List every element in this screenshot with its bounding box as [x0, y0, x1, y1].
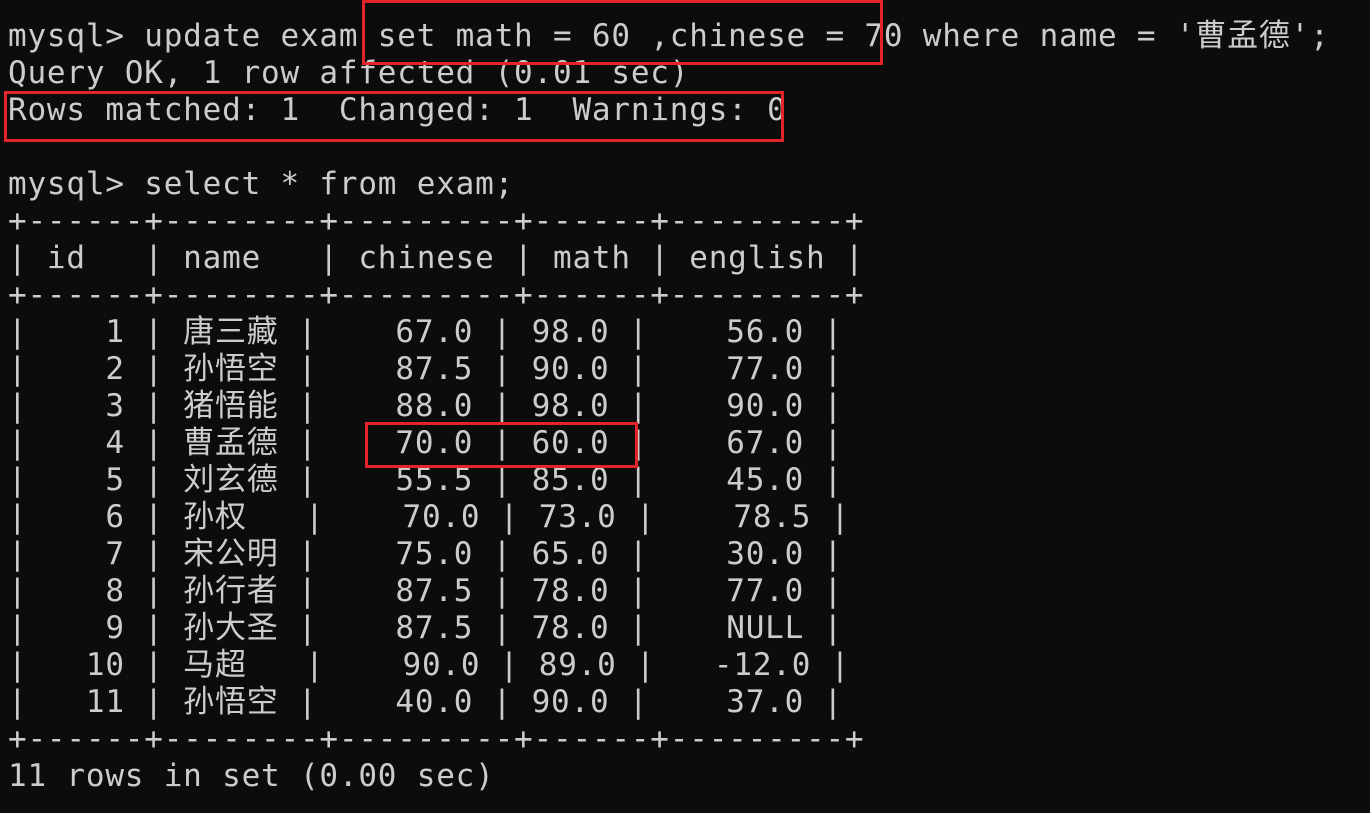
table-row: | 9 | 孙大圣 | 87.5 | 78.0 | NULL | — [8, 610, 844, 646]
terminal-window[interactable]: mysql> update exam set math = 60 ,chines… — [0, 0, 1370, 813]
table-row: | 2 | 孙悟空 | 87.5 | 90.0 | 77.0 | — [8, 351, 844, 387]
select-command-line: mysql> select * from exam; — [8, 166, 515, 202]
table-row: | 7 | 宋公明 | 75.0 | 65.0 | 30.0 | — [8, 536, 844, 572]
table-row: | 3 | 猪悟能 | 88.0 | 98.0 | 90.0 | — [8, 388, 844, 424]
highlight-rows-matched — [4, 91, 784, 142]
table-row: | 11 | 孙悟空 | 40.0 | 90.0 | 37.0 | — [8, 684, 844, 720]
table-header-row: | id | name | chinese | math | english | — [8, 240, 865, 276]
table-border-top: +------+--------+---------+------+------… — [8, 203, 865, 239]
table-row: | 10 | 马超 | 90.0 | 89.0 | -12.0 | — [8, 647, 851, 683]
rows-in-set-line: 11 rows in set (0.00 sec) — [8, 758, 495, 794]
highlight-updated-values — [365, 422, 638, 468]
table-border-header: +------+--------+---------+------+------… — [8, 277, 865, 313]
table-row: | 8 | 孙行者 | 87.5 | 78.0 | 77.0 | — [8, 573, 844, 609]
table-border-bottom: +------+--------+---------+------+------… — [8, 721, 865, 757]
table-row: | 1 | 唐三藏 | 67.0 | 98.0 | 56.0 | — [8, 314, 844, 350]
table-row: | 6 | 孙权 | 70.0 | 73.0 | 78.5 | — [8, 499, 851, 535]
highlight-set-clause — [362, 0, 883, 65]
